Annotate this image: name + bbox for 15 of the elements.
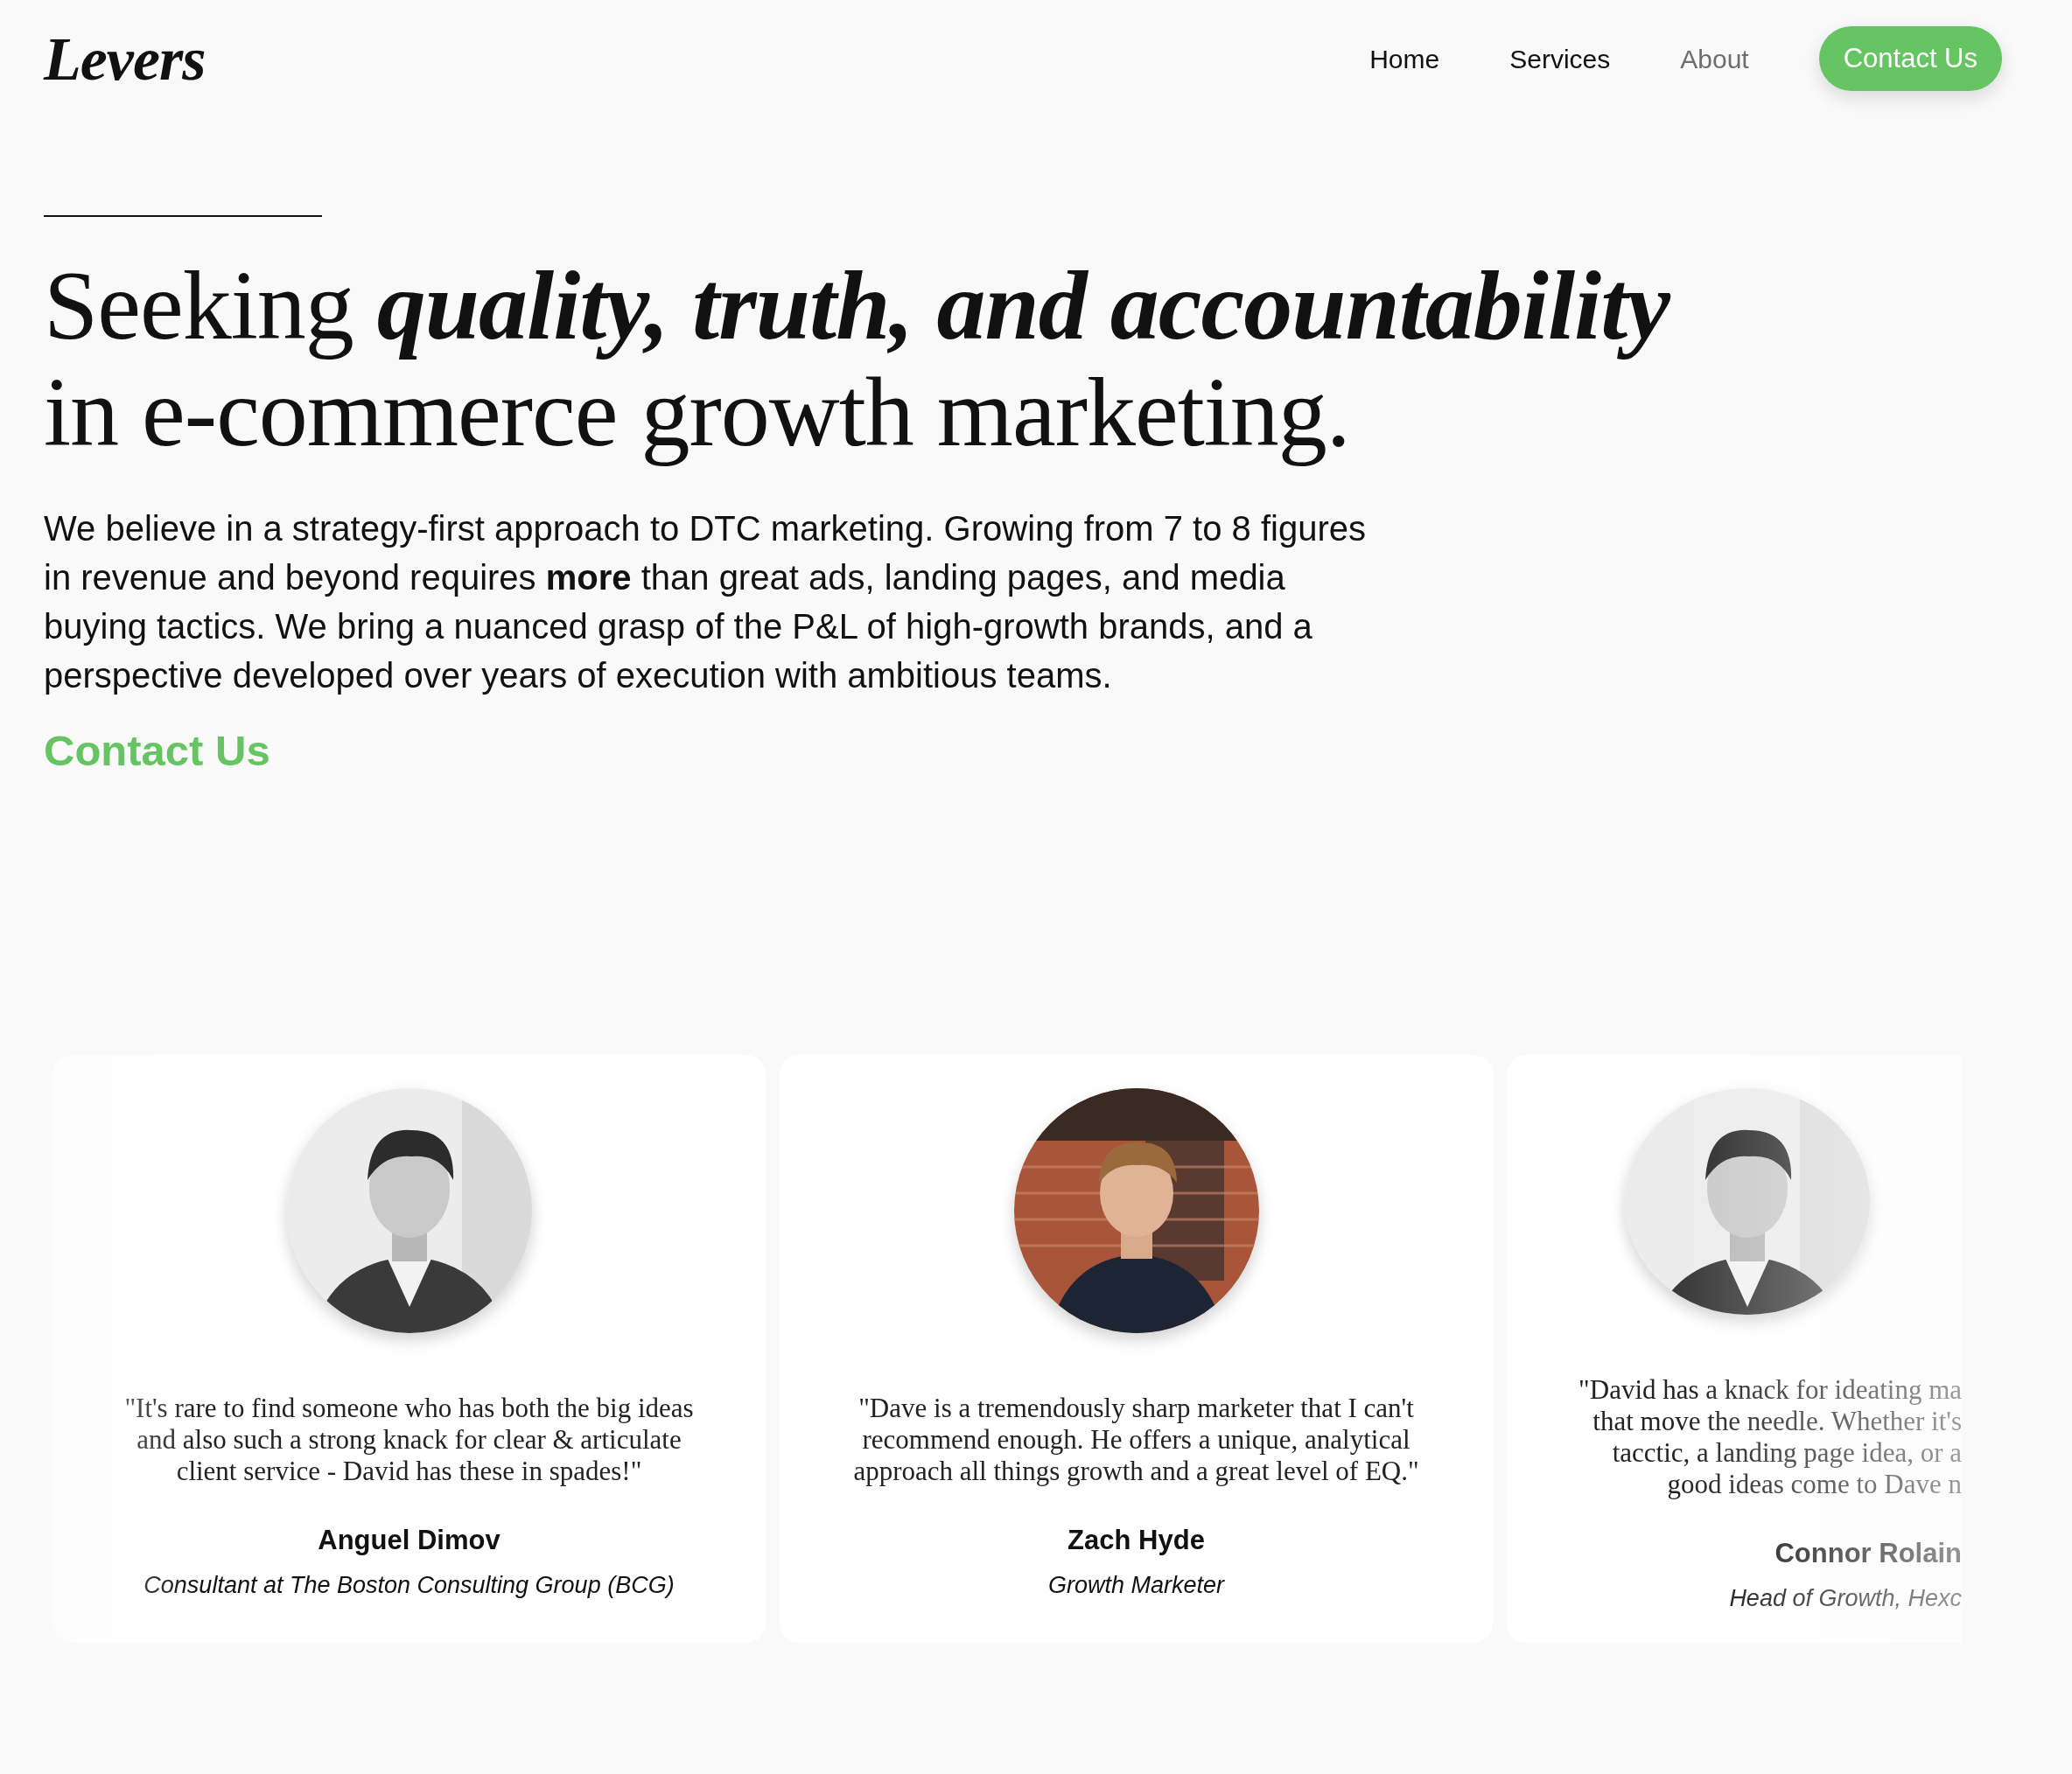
nav-link[interactable]: Home xyxy=(1369,38,1440,79)
logo[interactable]: Levers xyxy=(44,12,206,105)
person-title: Consultant at The Boston Consulting Group (BCG) xyxy=(144,1571,675,1600)
testimonial-quote: "It's rare to find someone who has both the big ideas and also such a strong knack for clear & articulate client service - David has these in spades!" xyxy=(124,1392,694,1487)
nav-link[interactable]: About xyxy=(1680,38,1749,79)
person-name: Anguel Dimov xyxy=(318,1523,500,1557)
person-name: Zach Hyde xyxy=(1068,1523,1205,1557)
intro-paragraph: We believe in a strategy-first approach to DTC marketing. Growing from 7 to 8 figures in revenue and beyond requires more than great ads, landing pages, and media buying tactics. We bring a nuanced grasp of the P&L of high-growth brands, and a perspective developed over years of execution with ambitious teams. xyxy=(44,508,1367,696)
person-title: Growth Marketer xyxy=(1047,1571,1225,1600)
person-title: Head of Growth, Hexc xyxy=(1728,1584,1962,1613)
headline: Seeking quality, truth, and accountability in e-commerce growth marketing. xyxy=(44,252,1672,465)
testimonial-quote: "David has a knack for ideating ma that move the needle. Whether it's tacctic, a landing page idea, or a good ideas come to Dave n xyxy=(1578,1373,1962,1500)
person-name: Connor Rolain xyxy=(1774,1536,1962,1570)
nav-link[interactable]: Services xyxy=(1509,38,1611,79)
testimonial-quote: "Dave is a tremendously sharp marketer that I can't recommend enough. He offers a unique, analytical approach all things growth and a great level of EQ." xyxy=(853,1392,1419,1487)
